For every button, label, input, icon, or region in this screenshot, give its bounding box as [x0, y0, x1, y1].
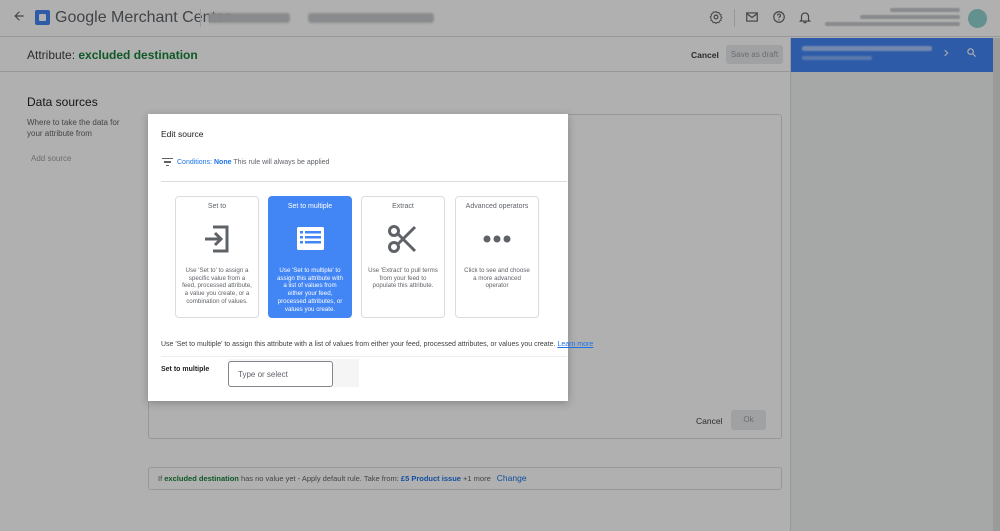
edit-source-dialog: Edit source Conditions: None This rule w… — [148, 114, 593, 401]
learn-more-link[interactable]: Learn more — [557, 341, 593, 348]
set-to-multiple-input[interactable] — [228, 361, 333, 387]
filter-icon — [162, 158, 173, 167]
option-title: Advanced operators — [465, 203, 529, 210]
list-icon — [269, 219, 351, 259]
option-title: Set to multiple — [287, 203, 333, 210]
option-extract[interactable]: Extract Use 'Extract' to pull terms from… — [361, 196, 445, 318]
conditions-note: This rule will always be applied — [233, 159, 330, 166]
option-title: Extract — [392, 203, 414, 210]
conditions-label: Conditions: — [177, 159, 213, 166]
help-text-body: Use 'Set to multiple' to assign this att… — [161, 341, 556, 348]
more-horiz-icon — [456, 219, 538, 259]
conditions-value: None — [213, 159, 232, 166]
help-text: Use 'Set to multiple' to assign this att… — [161, 341, 593, 348]
option-description: Use 'Set to multiple' to assign this att… — [276, 267, 344, 313]
dialog-title: Edit source — [161, 129, 204, 139]
option-title: Set to — [207, 203, 227, 210]
scissors-icon — [362, 219, 444, 259]
input-arrow-icon — [176, 219, 258, 259]
option-description: Use 'Extract' to pull terms from your fe… — [368, 267, 438, 290]
option-description: Use 'Set to' to assign a specific value … — [182, 267, 252, 305]
set-to-multiple-label: Set to multiple — [161, 366, 210, 373]
option-set-to[interactable]: Set to Use 'Set to' to assign a specific… — [175, 196, 259, 318]
option-advanced-operators[interactable]: Advanced operators Click to see and choo… — [455, 196, 539, 318]
conditions-row[interactable]: Conditions: None This rule will always b… — [177, 159, 329, 166]
dialog-divider — [161, 181, 567, 182]
option-description: Click to see and choose a more advanced … — [464, 267, 530, 290]
field-divider — [161, 356, 567, 357]
option-set-to-multiple[interactable]: Set to multiple Use 'Set to multiple' to… — [268, 196, 352, 318]
